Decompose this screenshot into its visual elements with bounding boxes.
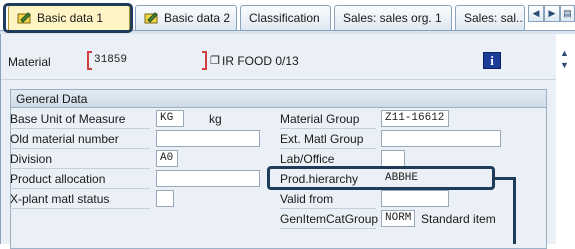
old-material-field[interactable]	[156, 130, 260, 147]
xplant-status-label: X-plant matl status	[10, 192, 110, 206]
material-field[interactable]: 31859	[90, 52, 207, 69]
label-underline	[280, 148, 376, 149]
division-field[interactable]: A0	[156, 150, 178, 167]
label-underline	[280, 228, 376, 229]
base-uom-label: Base Unit of Measure	[10, 112, 126, 126]
tab-label: Basic data 2	[164, 11, 231, 25]
tab-scroll-right-button[interactable]: ▶	[544, 5, 560, 22]
gen-item-cat-text: Standard item	[421, 212, 496, 226]
product-allocation-field[interactable]	[156, 170, 260, 187]
tab-list-button[interactable]: ▤	[560, 5, 575, 22]
base-uom-field[interactable]: KG	[156, 110, 184, 127]
product-allocation-label: Product allocation	[10, 172, 106, 186]
xplant-status-field[interactable]	[156, 190, 174, 207]
lab-office-field[interactable]	[381, 150, 405, 167]
scroll-down-icon[interactable]: ▼	[560, 60, 569, 70]
base-uom-text: kg	[209, 112, 222, 126]
pencil-glasses-icon	[144, 11, 160, 25]
label-underline	[10, 188, 150, 189]
gen-item-cat-label: GenItemCatGroup	[280, 212, 379, 226]
ext-matl-group-field[interactable]	[381, 130, 501, 147]
tab-classification[interactable]: Classification	[240, 5, 331, 30]
label-underline	[10, 208, 150, 209]
label-underline	[10, 128, 150, 129]
tab-label: Sales: sales org. 1	[343, 11, 442, 25]
material-group-label: Material Group	[280, 112, 360, 126]
material-description: IR FOOD 0/13	[222, 54, 299, 68]
prod-hierarchy-highlight-box	[267, 166, 495, 190]
tab-basic-data-2[interactable]: Basic data 2	[135, 5, 237, 30]
ext-matl-group-label: Ext. Matl Group	[280, 132, 364, 146]
division-label: Division	[10, 152, 53, 166]
valid-from-field[interactable]	[381, 190, 449, 207]
general-data-title: General Data	[11, 90, 546, 108]
tab-highlight-box	[3, 3, 133, 33]
material-label: Material	[8, 55, 51, 69]
tab-label: Sales: sal...	[464, 11, 525, 25]
copy-icon: ❐	[210, 55, 220, 67]
label-underline	[280, 128, 376, 129]
lab-office-label: Lab/Office	[280, 152, 335, 166]
tab-strip: Basic data 1 Basic data 2 Classification…	[0, 0, 575, 34]
required-marker-right	[202, 51, 207, 70]
tab-label: Classification	[249, 11, 320, 25]
header-divider	[1, 79, 557, 80]
vertical-scrollbar[interactable]: ▲ ▼	[556, 34, 575, 244]
callout-line	[513, 177, 516, 244]
info-icon[interactable]: i	[483, 52, 501, 69]
scroll-up-icon[interactable]: ▲	[560, 48, 569, 58]
gen-item-cat-field[interactable]: NORM	[381, 210, 415, 227]
material-group-field[interactable]: Z11-16612	[381, 110, 449, 127]
label-underline	[280, 208, 376, 209]
label-underline	[10, 148, 150, 149]
old-material-label: Old material number	[10, 132, 119, 146]
valid-from-label: Valid from	[280, 192, 334, 206]
tab-scroll-left-button[interactable]: ◀	[528, 5, 544, 22]
tab-sales-org-1[interactable]: Sales: sales org. 1	[334, 5, 452, 30]
tab-sales-org-2[interactable]: Sales: sal...	[455, 5, 525, 30]
label-underline	[10, 168, 150, 169]
